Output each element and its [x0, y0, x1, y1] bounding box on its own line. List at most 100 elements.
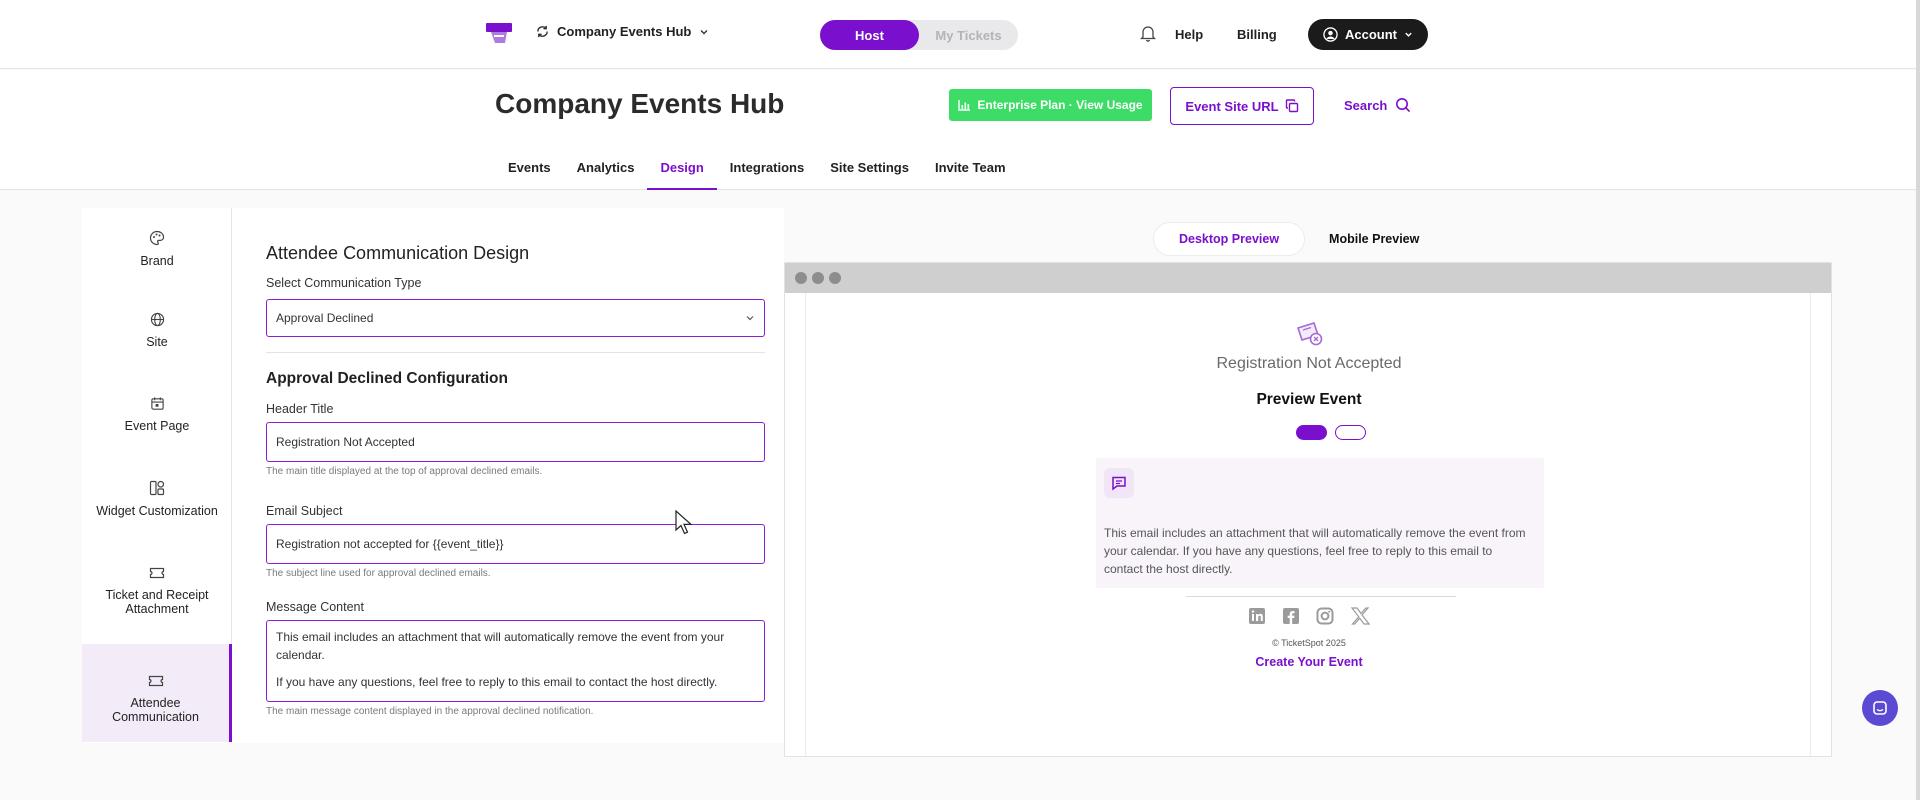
communication-form: Attendee Communication Design Select Com…	[232, 208, 784, 743]
social-links	[806, 607, 1812, 625]
sidebar-item-site[interactable]: Site	[82, 312, 232, 362]
message-box: This email includes an attachment that w…	[1096, 458, 1544, 588]
header-title-input[interactable]: Registration Not Accepted	[266, 422, 765, 462]
copy-icon	[1285, 99, 1298, 113]
section-title: Approval Declined Configuration	[266, 370, 508, 387]
tab-desktop-preview[interactable]: Desktop Preview	[1154, 223, 1305, 255]
email-subject-help: The subject line used for approval decli…	[266, 568, 491, 579]
tab-design[interactable]: Design	[647, 160, 718, 190]
user-circle-icon	[1323, 27, 1338, 42]
mode-host[interactable]: Host	[820, 20, 919, 50]
search-button[interactable]: Search	[1344, 97, 1411, 113]
sidebar-item-label: Event Page	[124, 419, 190, 433]
tab-analytics[interactable]: Analytics	[564, 160, 648, 190]
chat-button[interactable]	[1862, 690, 1898, 726]
browser-bar	[785, 263, 1831, 293]
search-label: Search	[1344, 97, 1388, 113]
account-button[interactable]: Account	[1308, 19, 1428, 50]
org-switcher[interactable]: Company Events Hub	[536, 24, 709, 39]
header-title-help: The main title displayed at the top of a…	[266, 466, 543, 477]
ticket-icon	[148, 675, 163, 687]
mouse-cursor-icon	[675, 510, 693, 535]
tab-mobile-preview[interactable]: Mobile Preview	[1304, 223, 1444, 255]
sidebar-item-label: Site	[146, 335, 168, 349]
sidebar-item-event-page[interactable]: Event Page	[82, 396, 232, 446]
sidebar-item-ticket-receipt[interactable]: Ticket and Receipt Attachment	[82, 566, 232, 628]
ticket-icon	[149, 567, 165, 579]
page-title: Company Events Hub	[495, 88, 785, 119]
search-icon	[1396, 98, 1411, 113]
preview-toggle: Desktop Preview Mobile Preview	[1154, 223, 1444, 255]
divider	[266, 352, 765, 353]
chat-icon	[1873, 701, 1887, 715]
header-title-label: Header Title	[266, 402, 334, 416]
top-nav: Company Events Hub Host My Tickets Help …	[0, 0, 1916, 69]
email-subject-label: Email Subject	[266, 504, 343, 518]
form-title: Attendee Communication Design	[266, 243, 530, 263]
mode-my-tickets[interactable]: My Tickets	[919, 20, 1018, 50]
sidebar-item-label: Brand	[140, 254, 174, 268]
ticket-declined-icon	[1296, 322, 1323, 346]
palette-icon	[149, 230, 165, 246]
instagram-icon[interactable]	[1316, 607, 1334, 625]
window-dot	[795, 272, 807, 284]
window-dot	[829, 272, 841, 284]
tab-integrations[interactable]: Integrations	[717, 160, 817, 190]
tab-events[interactable]: Events	[495, 160, 564, 190]
account-label: Account	[1345, 27, 1397, 42]
message-line: If you have any questions, feel free to …	[276, 675, 718, 689]
email-event-name: Preview Event	[1256, 391, 1362, 408]
comm-type-select[interactable]: Approval Declined	[266, 299, 765, 337]
sidebar-item-label: Widget Customization	[96, 504, 218, 518]
message-textarea[interactable]: This email includes an attachment that w…	[266, 620, 765, 702]
message-label: Message Content	[266, 600, 364, 614]
mode-toggle: Host My Tickets	[820, 20, 1018, 50]
billing-link[interactable]: Billing	[1237, 27, 1277, 42]
header-title-value: Registration Not Accepted	[276, 435, 415, 449]
comm-type-value: Approval Declined	[276, 311, 374, 325]
message-line: This email includes an attachment that w…	[276, 630, 725, 662]
event-site-url-button[interactable]: Event Site URL	[1170, 87, 1314, 125]
x-icon[interactable]	[1350, 607, 1370, 625]
app-page: Company Events Hub Host My Tickets Help …	[0, 0, 1920, 800]
sidebar-item-attendee-communication[interactable]: Attendee Communication	[82, 644, 232, 742]
secondary-button-placeholder[interactable]	[1335, 425, 1366, 440]
ticketspot-logo-icon[interactable]	[485, 21, 513, 45]
email-subject-value: Registration not accepted for {{event_ti…	[276, 537, 504, 551]
org-name: Company Events Hub	[557, 24, 692, 39]
site-url-label: Event Site URL	[1185, 98, 1279, 114]
chevron-down-icon	[746, 316, 754, 321]
facebook-icon[interactable]	[1282, 607, 1300, 625]
sync-icon	[537, 25, 548, 38]
create-event-link[interactable]: Create Your Event	[806, 655, 1812, 669]
message-help: The main message content displayed in th…	[266, 706, 594, 717]
sidebar-item-label: Ticket and Receipt Attachment	[105, 588, 209, 616]
email-header-title: Registration Not Accepted	[1216, 355, 1402, 372]
main-tabs: Events Analytics Design Integrations Sit…	[495, 160, 1019, 190]
browser-mockup: Registration Not Accepted Preview Event …	[784, 262, 1832, 757]
email-message: This email includes an attachment that w…	[1104, 526, 1526, 576]
widget-icon	[149, 480, 165, 496]
window-dot	[812, 272, 824, 284]
page-scrollbar[interactable]	[1916, 0, 1920, 800]
tab-invite-team[interactable]: Invite Team	[922, 160, 1019, 190]
email-preview: Registration Not Accepted Preview Event …	[805, 293, 1811, 756]
copyright: © TicketSpot 2025	[1272, 638, 1346, 648]
sidebar-item-widget-customization[interactable]: Widget Customization	[82, 480, 232, 530]
page-header: Company Events Hub Enterprise Plan · Vie…	[0, 70, 1916, 190]
divider	[1186, 596, 1456, 597]
globe-icon	[150, 312, 164, 327]
enterprise-plan-button[interactable]: Enterprise Plan · View Usage	[949, 89, 1152, 121]
comm-type-label: Select Communication Type	[266, 276, 422, 290]
primary-button-placeholder[interactable]	[1296, 425, 1327, 440]
bell-icon[interactable]	[1140, 25, 1156, 42]
plan-label: Enterprise Plan · View Usage	[977, 98, 1143, 112]
tab-site-settings[interactable]: Site Settings	[817, 160, 922, 190]
help-link[interactable]: Help	[1175, 27, 1203, 42]
design-sidebar: Brand Site Event Page Widget Customizati…	[82, 208, 232, 743]
sidebar-item-label: Attendee Communication	[112, 696, 199, 724]
chevron-down-icon	[1405, 32, 1412, 37]
preview-panel: Desktop Preview Mobile Preview Registrat…	[784, 208, 1916, 757]
linkedin-icon[interactable]	[1248, 607, 1266, 625]
sidebar-item-brand[interactable]: Brand	[82, 230, 232, 280]
